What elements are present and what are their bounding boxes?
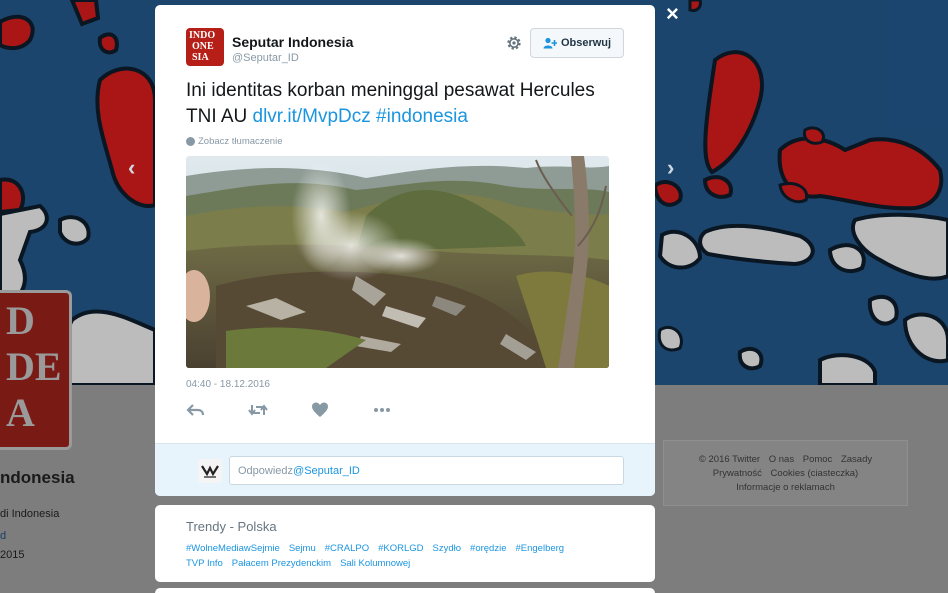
author-handle[interactable]: @Seputar_ID xyxy=(232,52,299,64)
translate-link[interactable]: Zobacz tłumaczenie xyxy=(186,136,282,147)
more-icon[interactable] xyxy=(372,401,392,419)
reply-mention: @Seputar_ID xyxy=(293,464,360,477)
footer-link-terms[interactable]: Zasady xyxy=(841,454,872,465)
avatar-text-3: SIA xyxy=(192,52,209,63)
avatar-text-1: INDO xyxy=(189,30,216,41)
author-name[interactable]: Seputar Indonesia xyxy=(232,34,353,50)
footer-links: © 2016 Twitter O nas Pomoc Zasady Prywat… xyxy=(663,440,908,506)
tweet-link[interactable]: dlvr.it/MvpDcz xyxy=(253,106,371,127)
next-card-edge xyxy=(155,588,655,593)
trend-item[interactable]: Sejmu xyxy=(289,543,316,554)
trend-item[interactable]: TVP Info xyxy=(186,558,223,569)
tweet-text: Ini identitas korban meninggal pesawat H… xyxy=(186,78,626,130)
avatar-letters-row-2: DE xyxy=(6,344,62,389)
tweet-modal: INDO ONE SIA Seputar Indonesia @Seputar_… xyxy=(155,5,655,496)
trend-item[interactable]: #KORLGD xyxy=(378,543,423,554)
close-icon[interactable]: × xyxy=(666,2,679,26)
trend-item[interactable]: Sali Kolumnowej xyxy=(340,558,410,569)
footer-copyright: © 2016 Twitter xyxy=(698,454,761,465)
previous-arrow-icon[interactable]: ‹ xyxy=(128,155,135,181)
author-avatar[interactable]: INDO ONE SIA xyxy=(186,28,224,66)
trend-item[interactable]: #orędzie xyxy=(470,543,506,554)
translate-label: Zobacz tłumaczenie xyxy=(198,136,283,147)
avatar-letters-row-1: D xyxy=(6,298,35,343)
crash-site-photo xyxy=(186,156,609,368)
add-user-icon xyxy=(543,37,557,49)
reply-icon[interactable] xyxy=(186,401,206,419)
trend-item[interactable]: #Engelberg xyxy=(515,543,564,554)
profile-bio: di Indonesia xyxy=(0,508,60,520)
reply-placeholder: Odpowiedz xyxy=(238,464,294,477)
follow-button[interactable]: Obserwuj xyxy=(530,28,624,58)
footer-link-cookies[interactable]: Cookies (ciasteczka) xyxy=(771,468,859,479)
profile-joined-date: 2015 xyxy=(0,549,25,561)
next-arrow-icon[interactable]: › xyxy=(667,155,674,181)
avatar-letters-row-3: A xyxy=(6,390,35,435)
trends-panel: Trendy - Polska #WolneMediawSejmie Sejmu #… xyxy=(155,505,655,582)
trend-item[interactable]: Szydło xyxy=(433,543,462,554)
trend-item[interactable]: Pałacem Prezydenckim xyxy=(232,558,331,569)
tweet-hashtag[interactable]: #indonesia xyxy=(376,106,468,127)
footer-link-help[interactable]: Pomoc xyxy=(803,454,833,465)
profile-link[interactable]: d xyxy=(0,530,6,542)
tweet-timestamp[interactable]: 04:40 - 18.12.2016 xyxy=(186,379,270,390)
retweet-icon[interactable] xyxy=(248,401,268,419)
reply-box-area: Odpowiedz @Seputar_ID xyxy=(155,443,655,496)
footer-link-ads-info[interactable]: Informacje o reklamach xyxy=(736,482,835,493)
gear-icon[interactable] xyxy=(505,34,523,52)
footer-link-privacy[interactable]: Prywatność xyxy=(713,468,762,479)
profile-name: ndonesia xyxy=(0,468,75,487)
trend-item[interactable]: #CRALPO xyxy=(325,543,369,554)
current-user-avatar xyxy=(198,459,222,483)
globe-icon xyxy=(186,137,195,146)
like-icon[interactable] xyxy=(310,401,330,419)
user-logo-icon xyxy=(201,465,219,478)
trend-item[interactable]: #WolneMediawSejmie xyxy=(186,543,280,554)
reply-input[interactable]: Odpowiedz @Seputar_ID xyxy=(229,456,624,485)
trends-list: #WolneMediawSejmie Sejmu #CRALPO #KORLGD Szy… xyxy=(186,541,626,571)
trends-title: Trendy - Polska xyxy=(186,519,277,534)
tweet-photo[interactable] xyxy=(186,156,609,368)
profile-avatar-large: D DE A xyxy=(0,290,72,450)
avatar-text-2: ONE xyxy=(192,41,214,52)
follow-label: Obserwuj xyxy=(560,37,612,49)
footer-link-about[interactable]: O nas xyxy=(769,454,794,465)
